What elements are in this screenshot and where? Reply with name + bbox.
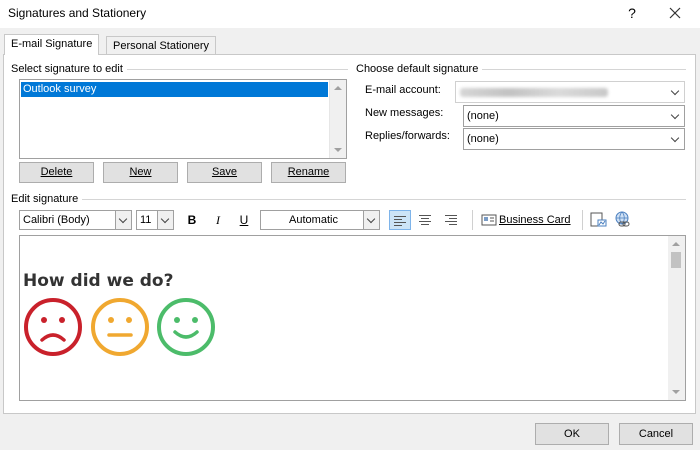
close-button[interactable] xyxy=(660,2,690,24)
replies-forwards-label: Replies/forwards: xyxy=(365,130,450,142)
font-size-dropdown[interactable]: 11 xyxy=(136,210,174,230)
align-center-icon xyxy=(419,215,431,225)
scroll-up-icon[interactable] xyxy=(672,242,680,246)
chevron-down-icon[interactable] xyxy=(668,106,684,126)
business-card-label: Business Card xyxy=(499,214,571,226)
align-right-button[interactable] xyxy=(441,210,463,230)
list-item[interactable]: Outlook survey xyxy=(21,82,328,97)
window-title: Signatures and Stationery xyxy=(8,6,147,20)
delete-button[interactable]: Delete xyxy=(19,162,94,183)
sad-face-icon xyxy=(24,298,82,356)
divider xyxy=(12,199,686,200)
signature-editor[interactable]: How did we do? xyxy=(19,235,686,401)
new-button[interactable]: New xyxy=(103,162,178,183)
happy-face-icon xyxy=(157,298,215,356)
replies-forwards-dropdown[interactable]: (none) xyxy=(463,128,685,150)
align-center-button[interactable] xyxy=(415,210,437,230)
font-size-value: 11 xyxy=(140,214,152,226)
toolbar-separator xyxy=(582,210,583,230)
rename-button[interactable]: Rename xyxy=(271,162,346,183)
listbox-scrollbar[interactable] xyxy=(329,80,346,158)
chevron-down-icon[interactable] xyxy=(363,211,379,229)
edit-signature-label: Edit signature xyxy=(11,193,83,205)
chevron-down-icon[interactable] xyxy=(157,211,173,229)
editor-scrollbar[interactable] xyxy=(668,236,685,400)
align-right-icon xyxy=(445,215,457,225)
underline-button[interactable]: U xyxy=(234,210,254,230)
scroll-up-icon[interactable] xyxy=(334,86,342,90)
align-left-button[interactable] xyxy=(389,210,411,230)
insert-picture-icon xyxy=(590,212,607,227)
close-icon xyxy=(669,7,681,19)
ok-button[interactable]: OK xyxy=(535,423,609,445)
chevron-down-icon[interactable] xyxy=(668,129,684,149)
bold-button[interactable]: B xyxy=(182,210,202,230)
hyperlink-icon xyxy=(615,211,630,227)
replies-forwards-value: (none) xyxy=(467,133,499,145)
save-button[interactable]: Save xyxy=(187,162,262,183)
font-color-value: Automatic xyxy=(289,214,338,226)
help-button[interactable]: ? xyxy=(622,3,642,23)
tab-email-signature[interactable]: E-mail Signature xyxy=(4,34,100,55)
chevron-down-icon[interactable] xyxy=(115,211,131,229)
font-family-value: Calibri (Body) xyxy=(23,214,90,226)
business-card-icon xyxy=(481,214,497,226)
insert-picture-button[interactable] xyxy=(587,210,609,230)
signature-heading: How did we do? xyxy=(23,271,174,291)
new-messages-value: (none) xyxy=(467,110,499,122)
new-messages-label: New messages: xyxy=(365,107,444,119)
business-card-button[interactable]: Business Card xyxy=(478,210,576,230)
font-family-dropdown[interactable]: Calibri (Body) xyxy=(19,210,132,230)
insert-hyperlink-button[interactable] xyxy=(612,210,634,230)
tab-personal-stationery[interactable]: Personal Stationery xyxy=(106,36,216,55)
chevron-down-icon[interactable] xyxy=(668,82,684,102)
align-left-icon xyxy=(394,216,406,226)
new-messages-dropdown[interactable]: (none) xyxy=(463,105,685,127)
italic-button[interactable]: I xyxy=(208,210,228,230)
email-account-value xyxy=(460,88,608,97)
signature-listbox[interactable]: Outlook survey xyxy=(19,79,347,159)
font-color-dropdown[interactable]: Automatic xyxy=(260,210,380,230)
default-signature-label: Choose default signature xyxy=(356,63,483,75)
select-signature-label: Select signature to edit xyxy=(11,63,127,75)
toolbar-separator xyxy=(472,210,473,230)
scroll-down-icon[interactable] xyxy=(672,390,680,394)
cancel-button[interactable]: Cancel xyxy=(619,423,693,445)
email-account-label: E-mail account: xyxy=(365,84,441,96)
scroll-thumb[interactable] xyxy=(671,252,681,268)
neutral-face-icon xyxy=(91,298,149,356)
email-account-dropdown[interactable] xyxy=(455,81,685,103)
scroll-down-icon[interactable] xyxy=(334,148,342,152)
